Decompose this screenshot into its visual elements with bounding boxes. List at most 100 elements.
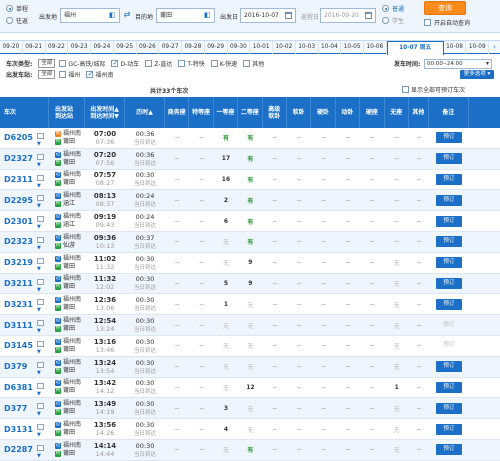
train-number-link[interactable]: D2295	[4, 196, 33, 205]
train-number-link[interactable]: D379	[4, 362, 27, 371]
expand-arrow-icon[interactable]: ▼	[37, 266, 41, 272]
expand-arrow-icon[interactable]: ▼	[37, 370, 41, 376]
train-number-link[interactable]: D2327	[4, 154, 33, 163]
book-button[interactable]: 预订	[435, 236, 462, 248]
train-number-link[interactable]: D3111	[4, 321, 33, 330]
calendar-icon[interactable]	[285, 12, 292, 19]
normal-radio[interactable]	[382, 5, 389, 12]
expand-arrow-icon[interactable]: ▼	[37, 245, 41, 251]
auto-query-checkbox[interactable]	[424, 19, 431, 26]
stops-icon[interactable]	[37, 361, 44, 368]
train-type-option[interactable]: K-快速	[210, 59, 237, 68]
date-tab[interactable]: 09-30	[228, 41, 251, 54]
book-button[interactable]: 预订	[435, 257, 462, 269]
stops-icon[interactable]	[37, 257, 44, 264]
station-checkbox[interactable]	[86, 70, 94, 78]
auto-query-toggle[interactable]: 开启自动查询	[424, 18, 470, 27]
date-tab[interactable]: 09-22	[46, 41, 69, 54]
date-tab[interactable]: 09-25	[114, 41, 137, 54]
date-tab[interactable]: 09-27	[159, 41, 182, 54]
date-tab[interactable]: 09-29	[205, 41, 228, 54]
stops-icon[interactable]	[37, 174, 44, 181]
expand-arrow-icon[interactable]: ▼	[37, 307, 41, 313]
date-tab[interactable]: 09-24	[91, 41, 114, 54]
date-tab[interactable]: 09-20	[0, 41, 23, 54]
from-input[interactable]: 福州 ◧	[60, 8, 120, 23]
expand-arrow-icon[interactable]: ▼	[37, 349, 41, 355]
train-type-checkbox[interactable]	[145, 59, 153, 67]
query-button[interactable]: 查询	[424, 1, 466, 15]
expand-arrow-icon[interactable]: ▼	[37, 411, 41, 417]
book-button[interactable]: 预订	[435, 361, 462, 373]
expand-arrow-icon[interactable]: ▼	[37, 391, 41, 397]
trip-type-roundtrip[interactable]: 往返	[6, 16, 28, 25]
stops-icon[interactable]	[37, 424, 44, 431]
train-number-link[interactable]: D3145	[4, 341, 33, 350]
date-tab[interactable]: 10-01	[250, 41, 273, 54]
more-options-button[interactable]: 更多选项 ▾	[460, 70, 494, 79]
roundtrip-radio[interactable]	[6, 17, 13, 24]
book-button[interactable]: 预订	[435, 277, 462, 289]
train-number-link[interactable]: D6381	[4, 383, 33, 392]
column-header[interactable]: 出发时间▲ 到达时间▼	[85, 97, 125, 128]
expand-arrow-icon[interactable]: ▼	[37, 432, 41, 438]
train-number-link[interactable]: D3219	[4, 258, 33, 267]
book-button[interactable]: 预订	[435, 381, 462, 393]
stops-icon[interactable]	[37, 444, 44, 451]
show-all-toggle[interactable]: 显示全部可预订车次	[402, 85, 465, 94]
depart-time-select[interactable]: 00:00--24:00	[424, 59, 492, 69]
train-type-option[interactable]: GC-高铁/城际	[59, 59, 105, 68]
calendar-icon[interactable]	[365, 12, 372, 19]
train-number-link[interactable]: D3211	[4, 279, 33, 288]
date-tab[interactable]: 09-21	[23, 41, 46, 54]
expand-arrow-icon[interactable]: ▼	[37, 287, 41, 293]
date-tab[interactable]: 10-09	[466, 41, 490, 54]
next-dates-arrow-icon[interactable]: ›	[489, 41, 500, 54]
expand-arrow-icon[interactable]: ▼	[37, 203, 41, 209]
stops-icon[interactable]	[37, 153, 44, 160]
book-button[interactable]: 预订	[435, 194, 462, 206]
stops-icon[interactable]	[37, 403, 44, 410]
stops-icon[interactable]	[37, 382, 44, 389]
to-input[interactable]: 莆田 ◧	[156, 8, 215, 23]
show-all-checkbox[interactable]	[402, 86, 409, 93]
trip-type-oneway[interactable]: 单程	[6, 4, 28, 13]
date-tab[interactable]: 10-04	[319, 41, 342, 54]
all-stations-button[interactable]: 全部	[38, 69, 56, 79]
column-header[interactable]: 历时▲	[125, 97, 165, 128]
train-type-option[interactable]: 其他	[243, 59, 264, 68]
student-radio[interactable]	[382, 17, 389, 24]
stops-icon[interactable]	[37, 216, 44, 223]
book-button[interactable]: 预订	[435, 132, 462, 144]
expand-arrow-icon[interactable]: ▼	[37, 162, 41, 168]
train-type-option[interactable]: T-特快	[178, 59, 205, 68]
station-option[interactable]: 福州南	[86, 70, 113, 79]
all-types-button[interactable]: 全部	[38, 58, 56, 68]
date-tab[interactable]: 09-23	[68, 41, 91, 54]
date-tab-active[interactable]: 10-07 周五	[386, 41, 444, 55]
book-button[interactable]: 预订	[435, 444, 462, 456]
return-date-input[interactable]: 2016-09-20	[320, 8, 376, 23]
oneway-radio[interactable]	[6, 5, 13, 12]
date-tab[interactable]: 10-06	[364, 41, 387, 54]
stops-icon[interactable]	[37, 278, 44, 285]
stops-icon[interactable]	[37, 320, 44, 327]
book-button[interactable]: 预订	[435, 298, 462, 310]
station-checkbox[interactable]	[59, 70, 67, 78]
stops-icon[interactable]	[37, 299, 44, 306]
book-button[interactable]: 预订	[435, 215, 462, 227]
book-button[interactable]: 预订	[435, 423, 462, 435]
book-button[interactable]: 预订	[435, 402, 462, 414]
expand-arrow-icon[interactable]: ▼	[37, 453, 41, 459]
date-tab[interactable]: 09-28	[182, 41, 205, 54]
date-tab[interactable]: 10-08	[444, 41, 467, 54]
stops-icon[interactable]	[37, 340, 44, 347]
train-type-checkbox[interactable]	[243, 59, 251, 67]
expand-arrow-icon[interactable]: ▼	[37, 224, 41, 230]
stops-icon[interactable]	[37, 133, 44, 139]
train-number-link[interactable]: D2287	[4, 445, 33, 454]
passenger-normal[interactable]: 普通	[382, 4, 404, 13]
train-type-option[interactable]: D-动车	[111, 59, 139, 68]
train-number-link[interactable]: D2323	[4, 237, 33, 246]
train-type-checkbox[interactable]	[111, 59, 119, 67]
